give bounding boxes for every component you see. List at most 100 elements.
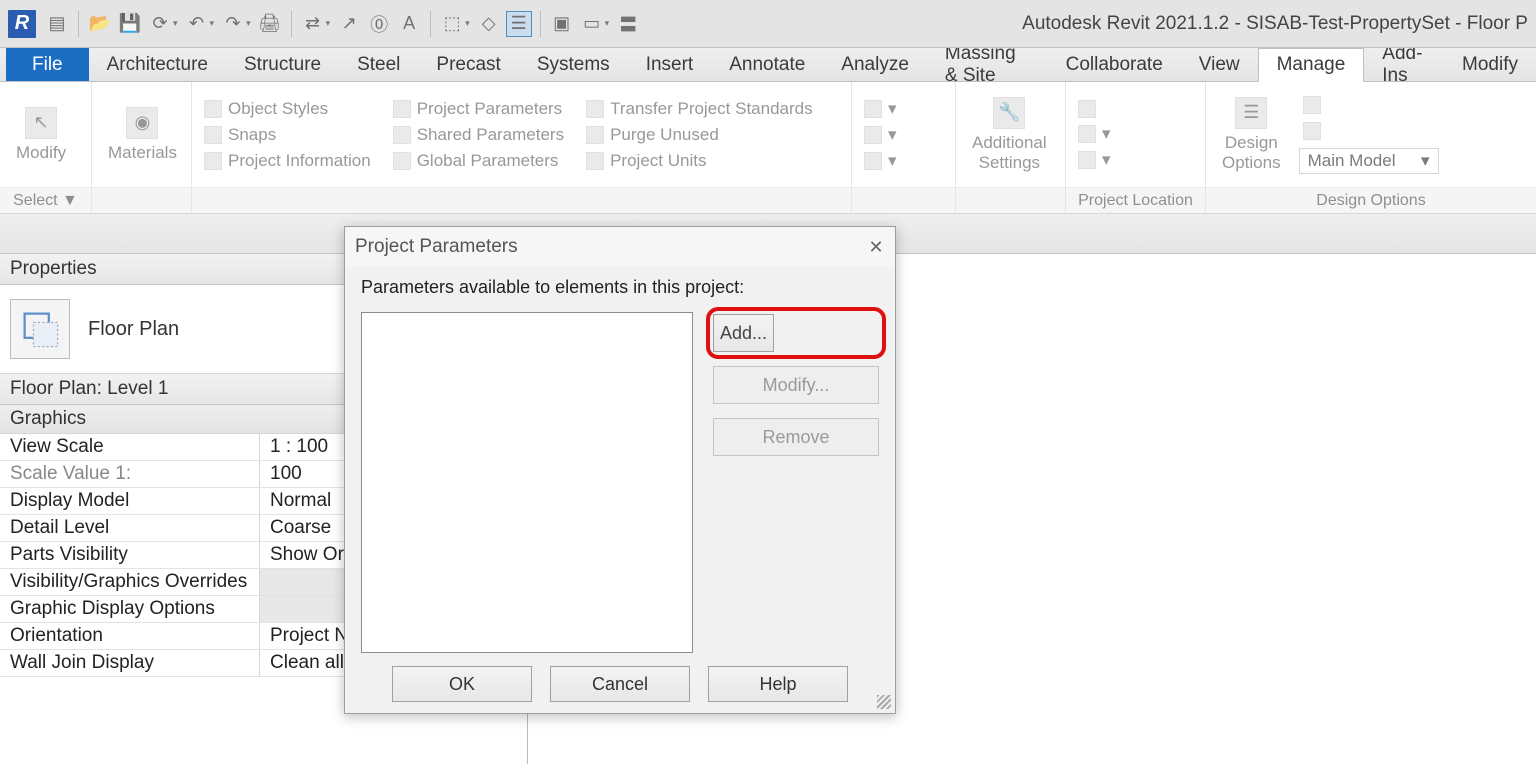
dropdown-icon[interactable]: ▾ <box>246 18 251 29</box>
project-units-button[interactable]: Project Units <box>582 151 817 171</box>
tab-file[interactable]: File <box>6 48 89 81</box>
schedule-icon <box>864 126 882 144</box>
chevron-down-icon: ▾ <box>1421 151 1430 171</box>
tab-steel[interactable]: Steel <box>339 48 418 81</box>
project-info-label: Project Information <box>228 151 371 171</box>
quick-access-toolbar: R ▤ 📂 💾 ⟳▾ ↶▾ ↷▾ 🖨 ⇄▾ ↗ ⓪ A ⬚▾ ◇ ☰ ▣ ▭▾ … <box>0 0 1536 48</box>
project-params-label: Project Parameters <box>417 99 563 119</box>
mep-icon <box>864 100 882 118</box>
tab-annotate[interactable]: Annotate <box>711 48 823 81</box>
dropdown-icon[interactable]: ▾ <box>173 18 178 29</box>
design-options-button[interactable]: ☰ Design Options <box>1214 97 1289 173</box>
snaps-button[interactable]: Snaps <box>200 125 375 145</box>
close-inactive-icon[interactable]: ▣ <box>549 11 575 37</box>
position-icon <box>1078 151 1096 169</box>
app-title: Autodesk Revit 2021.1.2 - SISAB-Test-Pro… <box>1022 0 1528 48</box>
dropdown-icon[interactable]: ▾ <box>326 18 331 29</box>
tab-insert[interactable]: Insert <box>628 48 712 81</box>
purge-unused-button[interactable]: Purge Unused <box>582 125 817 145</box>
global-parameters-button[interactable]: Global Parameters <box>389 151 568 171</box>
dropdown-icon[interactable]: ▾ <box>210 18 215 29</box>
shared-parameters-button[interactable]: Shared Parameters <box>389 125 568 145</box>
tab-structure[interactable]: Structure <box>226 48 339 81</box>
open-icon[interactable]: 📂 <box>87 11 113 37</box>
panel-select-label[interactable]: Select ▼ <box>0 187 91 213</box>
tab-analyze[interactable]: Analyze <box>823 48 927 81</box>
dropdown-icon[interactable]: ▾ <box>465 18 470 29</box>
add-to-set-button[interactable] <box>1299 96 1439 114</box>
ribbon-panels: ↖ Modify Select ▼ ◉ Materials Object Sty… <box>0 82 1536 214</box>
close-icon[interactable]: ✕ <box>867 238 885 256</box>
add-button[interactable]: Add... <box>713 314 774 352</box>
tab-systems[interactable]: Systems <box>519 48 628 81</box>
project-information-button[interactable]: Project Information <box>200 151 375 171</box>
help-button[interactable]: Help <box>708 666 848 702</box>
tab-view[interactable]: View <box>1181 48 1258 81</box>
location-button[interactable] <box>1074 100 1115 118</box>
object-styles-button[interactable]: Object Styles <box>200 99 375 119</box>
project-parameters-button[interactable]: Project Parameters <box>389 99 568 119</box>
tab-precast[interactable]: Precast <box>418 48 518 81</box>
structural-settings-button[interactable]: ▾ <box>860 151 901 171</box>
materials-button[interactable]: ◉ Materials <box>100 107 185 163</box>
3d-view-icon[interactable]: ⬚ <box>439 11 465 37</box>
dialog-titlebar[interactable]: Project Parameters ✕ <box>345 227 895 267</box>
resize-grip-icon[interactable] <box>877 695 891 709</box>
cancel-button[interactable]: Cancel <box>550 666 690 702</box>
prop-name: Detail Level <box>0 515 260 541</box>
type-thumbnail-icon <box>10 299 70 359</box>
cursor-icon: ↖ <box>25 107 57 139</box>
project-parameters-dialog: Project Parameters ✕ Parameters availabl… <box>344 226 896 714</box>
remove-button: Remove <box>713 418 879 456</box>
sync-icon[interactable]: ⟳ <box>147 11 173 37</box>
panel-location: ▾ ▾ Project Location <box>1066 82 1206 213</box>
revit-logo-icon: R <box>8 10 36 38</box>
redo-icon[interactable]: ↷ <box>220 11 246 37</box>
modify-button[interactable]: ↖ Modify <box>8 107 74 163</box>
mep-settings-button[interactable]: ▾ <box>860 99 901 119</box>
print-icon[interactable]: 🖨 <box>257 11 283 37</box>
panel-schedule-button[interactable]: ▾ <box>860 125 901 145</box>
tab-collaborate[interactable]: Collaborate <box>1048 48 1181 81</box>
tab-architecture[interactable]: Architecture <box>89 48 226 81</box>
separator <box>540 11 541 37</box>
snaps-icon <box>204 126 222 144</box>
align-dim-icon[interactable]: ↗ <box>336 11 362 37</box>
panel-additional: 🔧 Additional Settings <box>956 82 1066 213</box>
thin-lines-icon[interactable]: ☰ <box>506 11 532 37</box>
text-icon[interactable]: A <box>396 11 422 37</box>
tab-modify[interactable]: Modify <box>1444 48 1536 81</box>
tab-add-ins[interactable]: Add-Ins <box>1364 48 1444 81</box>
main-model-label: Main Model <box>1308 151 1396 171</box>
panel-materials: ◉ Materials <box>92 82 192 213</box>
main-model-dropdown[interactable]: Main Model ▾ <box>1299 148 1439 174</box>
tag-icon[interactable]: ⓪ <box>366 11 392 37</box>
side-buttons: Add... Modify... Remove <box>713 312 879 653</box>
measure-icon[interactable]: ⇄ <box>300 11 326 37</box>
ribbon-tabs: File Architecture Structure Steel Precas… <box>0 48 1536 82</box>
save-icon[interactable]: 💾 <box>117 11 143 37</box>
tab-massing-site[interactable]: Massing & Site <box>927 48 1048 81</box>
additional-label: Additional Settings <box>972 133 1047 173</box>
dropdown-icon[interactable]: ▾ <box>605 18 610 29</box>
object-styles-icon <box>204 100 222 118</box>
app-menu-icon[interactable]: ▤ <box>44 11 70 37</box>
undo-icon[interactable]: ↶ <box>184 11 210 37</box>
ok-button[interactable]: OK <box>392 666 532 702</box>
prop-name: Visibility/Graphics Overrides <box>0 569 260 595</box>
global-params-icon <box>393 152 411 170</box>
switch-windows-icon[interactable]: ▭ <box>579 11 605 37</box>
parameters-listbox[interactable] <box>361 312 693 653</box>
tab-manage[interactable]: Manage <box>1258 48 1365 82</box>
coordinates-button[interactable]: ▾ <box>1074 124 1115 144</box>
global-params-label: Global Parameters <box>417 151 559 171</box>
materials-label: Materials <box>108 143 177 163</box>
prop-name: Parts Visibility <box>0 542 260 568</box>
additional-settings-button[interactable]: 🔧 Additional Settings <box>964 97 1055 173</box>
transfer-standards-button[interactable]: Transfer Project Standards <box>582 99 817 119</box>
pick-to-edit-button[interactable] <box>1299 122 1439 140</box>
section-icon[interactable]: ◇ <box>476 11 502 37</box>
units-label: Project Units <box>610 151 706 171</box>
position-button[interactable]: ▾ <box>1074 150 1115 170</box>
customize-qat-icon[interactable]: 〓 <box>615 11 641 37</box>
